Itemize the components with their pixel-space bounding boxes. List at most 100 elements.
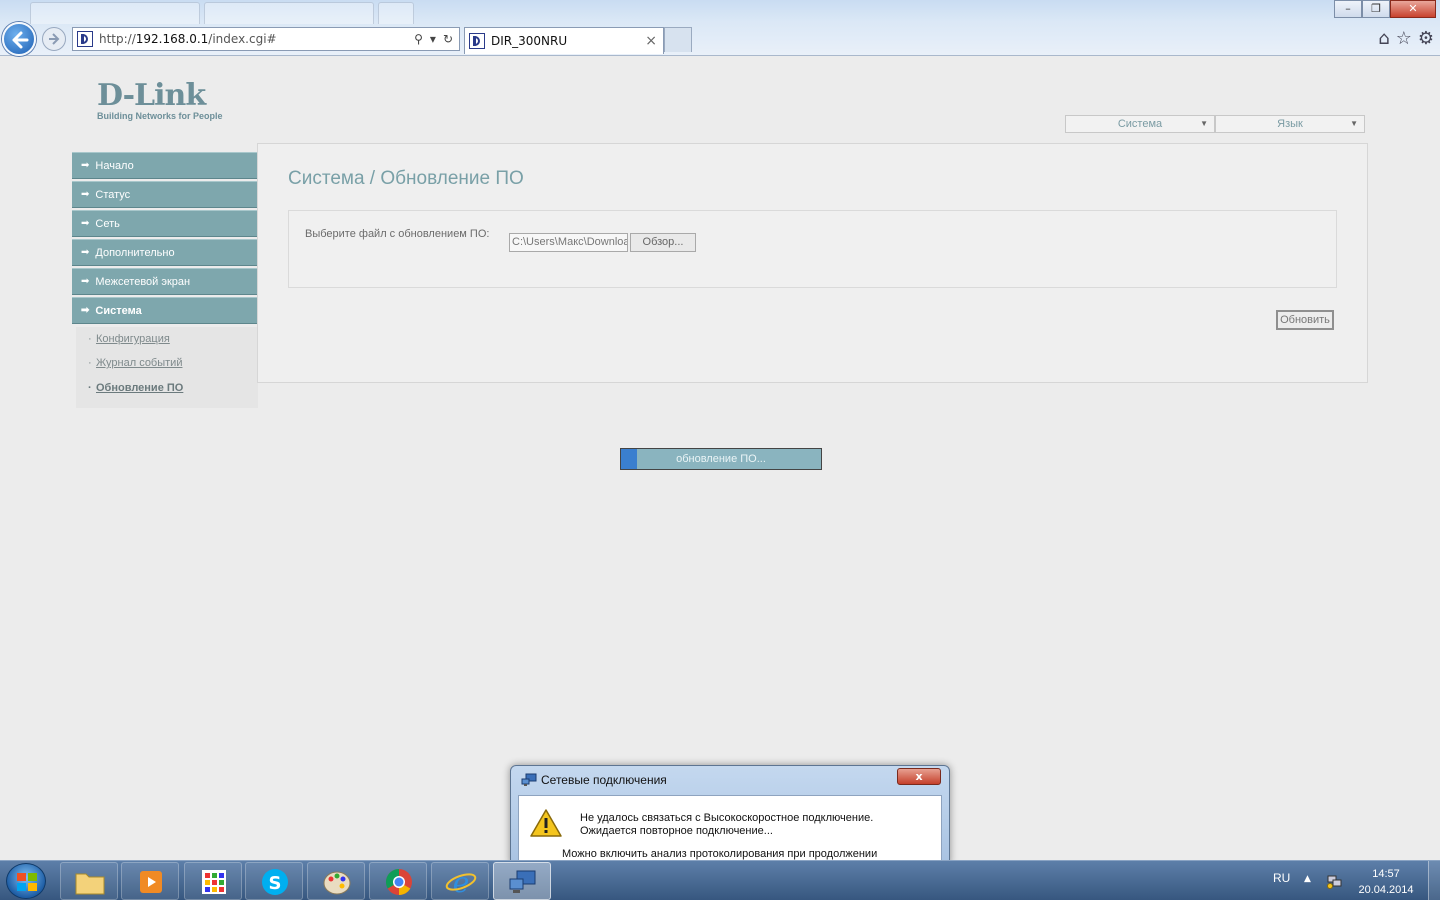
- clock-time: 14:57: [1372, 868, 1400, 880]
- maximize-icon[interactable]: ❐: [1362, 0, 1390, 18]
- background-tab[interactable]: [378, 2, 414, 24]
- close-tab-icon[interactable]: ×: [645, 33, 663, 49]
- svg-text:S: S: [269, 873, 282, 894]
- dlink-favicon-icon: [77, 31, 93, 47]
- browser-toolbar-icons: ⌂ ☆ ⚙: [1378, 28, 1434, 49]
- update-progress-bar: обновление ПО...: [620, 448, 822, 470]
- svg-text:e: e: [453, 868, 470, 896]
- folder-icon: [75, 873, 105, 895]
- chrome-icon: [385, 868, 412, 896]
- arrow-right-icon: ➡: [81, 276, 90, 287]
- file-label: Выберите файл с обновлением ПО:: [305, 228, 490, 240]
- language-select[interactable]: Язык ▼: [1215, 115, 1365, 133]
- taskbar-media-player[interactable]: [121, 862, 179, 900]
- sidebar-item-system[interactable]: ➡ Система: [72, 297, 258, 324]
- dialog-title: Сетевые подключения: [541, 773, 667, 787]
- logo-tagline: Building Networks for People: [97, 111, 223, 121]
- refresh-icon[interactable]: ↻: [443, 32, 453, 46]
- sidebar-item-firewall[interactable]: ➡ Межсетевой экран: [72, 268, 258, 295]
- taskbar-explorer[interactable]: [60, 862, 118, 900]
- arrow-right-icon: ➡: [81, 247, 90, 258]
- tab-dir300[interactable]: DIR_300NRU ×: [464, 27, 664, 54]
- language-select-label: Язык: [1277, 118, 1303, 130]
- start-button[interactable]: [6, 863, 46, 899]
- arrow-right-icon: ➡: [81, 189, 90, 200]
- tab-title: DIR_300NRU: [491, 34, 568, 48]
- minimize-icon[interactable]: –: [1334, 0, 1362, 18]
- warning-icon: [530, 809, 562, 837]
- background-tab[interactable]: [204, 2, 374, 24]
- browse-button[interactable]: Обзор...: [630, 233, 696, 252]
- update-button[interactable]: Обновить: [1276, 310, 1334, 330]
- back-button[interactable]: [2, 22, 36, 56]
- subnav-link-configuration[interactable]: Конфигурация: [88, 333, 170, 345]
- network-computer-icon: [509, 870, 536, 893]
- subnav-link-event-log[interactable]: Журнал событий: [88, 357, 183, 369]
- home-icon[interactable]: ⌂: [1378, 28, 1389, 49]
- page-title: Система / Обновление ПО: [288, 168, 524, 189]
- browser-chrome: – ❐ ✕ http://192.168.0.1/index.cgi# ⚲ ▾ …: [0, 0, 1440, 56]
- taskbar-paint[interactable]: [307, 862, 365, 900]
- address-actions: ⚲ ▾ ↻: [414, 32, 459, 46]
- clock-date: 20.04.2014: [1358, 884, 1414, 896]
- tray-clock[interactable]: 14:57 20.04.2014: [1356, 866, 1416, 898]
- arrow-right-icon: ➡: [81, 160, 90, 171]
- dlink-favicon-icon: [469, 33, 485, 49]
- taskbar-chrome[interactable]: [369, 862, 427, 900]
- arrow-right-icon: [49, 33, 60, 45]
- dropdown-icon[interactable]: ▾: [430, 32, 436, 46]
- taskbar-apps[interactable]: [184, 862, 242, 900]
- new-tab-button[interactable]: [664, 27, 692, 52]
- arrow-right-icon: ➡: [81, 305, 90, 316]
- sidebar-item-home[interactable]: ➡ Начало: [72, 152, 258, 179]
- network-computer-icon: [521, 773, 537, 786]
- chevron-down-icon: ▼: [1200, 119, 1208, 128]
- arrow-left-icon: [12, 31, 29, 49]
- system-menu-label: Система: [1117, 118, 1163, 130]
- arrow-right-icon: ➡: [81, 218, 90, 229]
- media-player-icon: [140, 871, 162, 893]
- show-desktop-button[interactable]: [1428, 861, 1440, 900]
- main-content: Система / Обновление ПО Выберите файл с …: [257, 143, 1368, 383]
- gear-icon[interactable]: ⚙: [1418, 28, 1434, 49]
- file-path-input[interactable]: C:\Users\Макс\Downloa: [509, 233, 628, 252]
- network-connections-dialog: Сетевые подключения x Не удалось связать…: [510, 765, 950, 865]
- system-subnav: Конфигурация Журнал событий Обновление П…: [76, 327, 258, 408]
- forward-button[interactable]: [42, 27, 66, 51]
- system-menu-select[interactable]: Система ▼: [1065, 115, 1215, 133]
- apps-grid-icon: [202, 870, 226, 894]
- sidebar-item-advanced[interactable]: ➡ Дополнительно: [72, 239, 258, 266]
- sidebar-item-network[interactable]: ➡ Сеть: [72, 210, 258, 237]
- taskbar-internet-explorer[interactable]: e: [431, 862, 489, 900]
- dialog-message-line1: Не удалось связаться с Высокоскоростное …: [580, 812, 874, 824]
- search-icon[interactable]: ⚲: [414, 32, 423, 46]
- close-icon[interactable]: ✕: [1390, 0, 1436, 18]
- background-tab[interactable]: [30, 2, 200, 24]
- tray-network-icon[interactable]: [1326, 873, 1342, 889]
- chevron-down-icon: ▼: [1350, 119, 1358, 128]
- taskbar-network-connections[interactable]: [493, 862, 551, 900]
- dialog-close-button[interactable]: x: [897, 768, 941, 785]
- skype-icon: S: [262, 869, 288, 895]
- tray-expand-icon[interactable]: ▲: [1304, 874, 1311, 884]
- windows-logo-icon: [17, 873, 37, 891]
- taskbar-skype[interactable]: S: [245, 862, 303, 900]
- address-bar[interactable]: http://192.168.0.1/index.cgi# ⚲ ▾ ↻: [72, 27, 460, 51]
- logo-brand: D-Link: [97, 78, 206, 113]
- firmware-fieldset: Выберите файл с обновлением ПО: C:\Users…: [288, 210, 1337, 288]
- sidebar: ➡ Начало ➡ Статус ➡ Сеть ➡ Дополнительно ➡ Ме…: [72, 152, 258, 326]
- favorites-star-icon[interactable]: ☆: [1396, 28, 1412, 49]
- dialog-hint: Можно включить анализ протоколирования п…: [562, 848, 878, 860]
- window-controls: – ❐ ✕: [1334, 0, 1436, 18]
- dialog-message-line2: Ожидается повторное подключение...: [580, 825, 773, 837]
- background-tabs: [30, 2, 414, 24]
- progress-text: обновление ПО...: [676, 453, 766, 465]
- url-text[interactable]: http://192.168.0.1/index.cgi#: [99, 32, 414, 46]
- taskbar: S e RU ▲ 14:57 20.04.2014: [0, 860, 1440, 900]
- internet-explorer-icon: e: [445, 868, 477, 896]
- subnav-link-firmware-update[interactable]: Обновление ПО: [88, 382, 183, 394]
- sidebar-item-status[interactable]: ➡ Статус: [72, 181, 258, 208]
- dialog-message: Не удалось связаться с Высокоскоростное …: [580, 812, 873, 838]
- dlink-logo: D-Link Building Networks for People: [97, 78, 223, 122]
- tray-language[interactable]: RU: [1273, 871, 1290, 885]
